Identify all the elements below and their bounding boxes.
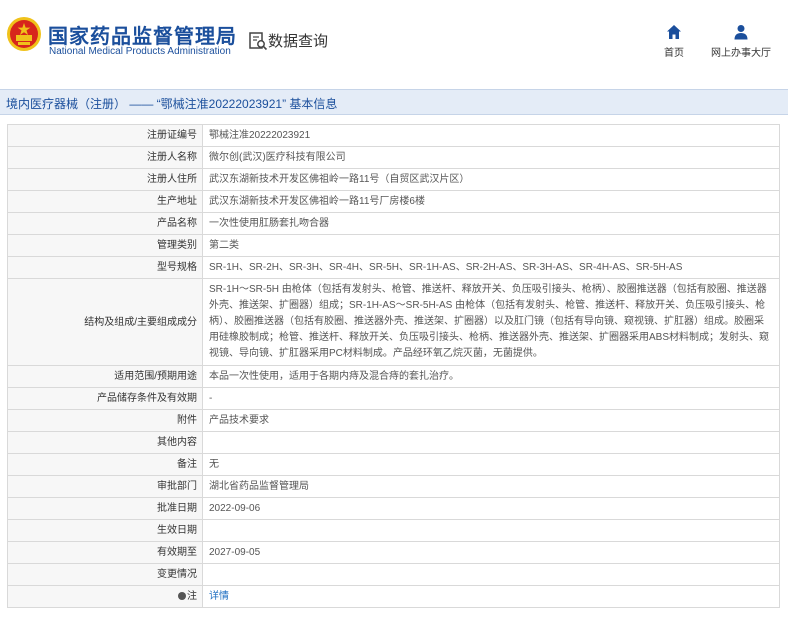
row-value (202, 431, 780, 454)
nav-home-link[interactable]: 首页 (654, 24, 694, 59)
table-row: 结构及组成/主要组成成分 SR-1H～SR-5H 由枪体（包括有发射头、枪管、推… (7, 278, 780, 366)
table-row: 变更情况 (7, 563, 780, 586)
table-row: 备注 无 (7, 453, 780, 476)
user-icon (734, 25, 748, 40)
row-value: - (202, 387, 780, 410)
row-value: 一次性使用肛肠套扎吻合器 (202, 212, 780, 235)
row-label: 型号规格 (7, 256, 203, 279)
table-row: 注 详情 (7, 585, 780, 608)
row-label: 生产地址 (7, 190, 203, 213)
note-bullet-icon (178, 592, 186, 600)
row-value: 湖北省药品监督管理局 (202, 475, 780, 498)
data-query-icon (249, 32, 268, 51)
table-row: 生效日期 (7, 519, 780, 542)
table-row: 产品名称 一次性使用肛肠套扎吻合器 (7, 212, 780, 235)
row-label: 注册人住所 (7, 168, 203, 191)
row-label: 产品名称 (7, 212, 203, 235)
row-value (202, 519, 780, 542)
nav-home-label: 首页 (664, 48, 684, 59)
record-title-bar: 境内医疗器械（注册） —— “鄂械注准20222023921” 基本信息 (0, 89, 788, 115)
brand-name-cn: 国家药品监督管理局 (48, 26, 237, 48)
table-row: 注册证编号 鄂械注准20222023921 (7, 124, 780, 147)
table-row: 注册人名称 微尔创(武汉)医疗科技有限公司 (7, 146, 780, 169)
row-value: 本品一次性使用，适用于各期内痔及混合痔的套扎治疗。 (202, 365, 780, 388)
row-label: 产品储存条件及有效期 (7, 387, 203, 410)
table-row: 管理类别 第二类 (7, 234, 780, 257)
table-row: 注册人住所 武汉东湖新技术开发区佛祖岭一路11号（自贸区武汉片区） (7, 168, 780, 191)
row-value: 微尔创(武汉)医疗科技有限公司 (202, 146, 780, 169)
row-value: 产品技术要求 (202, 409, 780, 432)
site-header: 国家药品监督管理局 National Medical Products Admi… (0, 0, 788, 80)
table-row: 型号规格 SR-1H、SR-2H、SR-3H、SR-4H、SR-5H、SR-1H… (7, 256, 780, 279)
registration-detail-table: 注册证编号 鄂械注准20222023921 注册人名称 微尔创(武汉)医疗科技有… (7, 124, 780, 608)
row-label: 生效日期 (7, 519, 203, 542)
row-label: 变更情况 (7, 563, 203, 586)
table-row: 批准日期 2022-09-06 (7, 497, 780, 520)
nav-service-hall-label: 网上办事大厅 (711, 48, 771, 59)
row-label: 适用范围/预期用途 (7, 365, 203, 388)
row-label: 注册证编号 (7, 124, 203, 147)
brand-name-en: National Medical Products Administration (49, 46, 231, 57)
row-value: 2022-09-06 (202, 497, 780, 520)
row-label: 结构及组成/主要组成成分 (7, 278, 203, 366)
table-row: 审批部门 湖北省药品监督管理局 (7, 475, 780, 498)
row-label: 其他内容 (7, 431, 203, 454)
note-label-cell: 注 (7, 585, 203, 608)
row-label: 管理类别 (7, 234, 203, 257)
national-emblem-icon (7, 17, 41, 51)
row-label: 有效期至 (7, 541, 203, 564)
row-label: 备注 (7, 453, 203, 476)
table-row: 其他内容 (7, 431, 780, 454)
row-label: 附件 (7, 409, 203, 432)
details-link[interactable]: 详情 (209, 591, 229, 602)
row-value: SR-1H、SR-2H、SR-3H、SR-4H、SR-5H、SR-1H-AS、S… (202, 256, 780, 279)
table-row: 适用范围/预期用途 本品一次性使用，适用于各期内痔及混合痔的套扎治疗。 (7, 365, 780, 388)
table-row: 附件 产品技术要求 (7, 409, 780, 432)
row-value: 武汉东湖新技术开发区佛祖岭一路11号（自贸区武汉片区） (202, 168, 780, 191)
row-value: 无 (202, 453, 780, 476)
row-label: 注册人名称 (7, 146, 203, 169)
record-title: 境内医疗器械（注册） —— “鄂械注准20222023921” 基本信息 (6, 97, 338, 111)
row-value: 鄂械注准20222023921 (202, 124, 780, 147)
nav-service-hall-link[interactable]: 网上办事大厅 (708, 24, 774, 59)
row-label: 批准日期 (7, 497, 203, 520)
row-value-cell: 详情 (202, 585, 780, 608)
row-value: 2027-09-05 (202, 541, 780, 564)
table-row: 生产地址 武汉东湖新技术开发区佛祖岭一路11号厂房楼6楼 (7, 190, 780, 213)
row-label: 注 (187, 591, 197, 602)
row-value: 武汉东湖新技术开发区佛祖岭一路11号厂房楼6楼 (202, 190, 780, 213)
query-title: 数据查询 (268, 33, 329, 50)
table-row: 产品储存条件及有效期 - (7, 387, 780, 410)
row-value (202, 563, 780, 586)
table-row: 有效期至 2027-09-05 (7, 541, 780, 564)
home-icon (667, 25, 681, 39)
row-value: 第二类 (202, 234, 780, 257)
row-label: 审批部门 (7, 475, 203, 498)
row-value: SR-1H～SR-5H 由枪体（包括有发射头、枪管、推送杆、释放开关、负压吸引接… (202, 278, 780, 366)
